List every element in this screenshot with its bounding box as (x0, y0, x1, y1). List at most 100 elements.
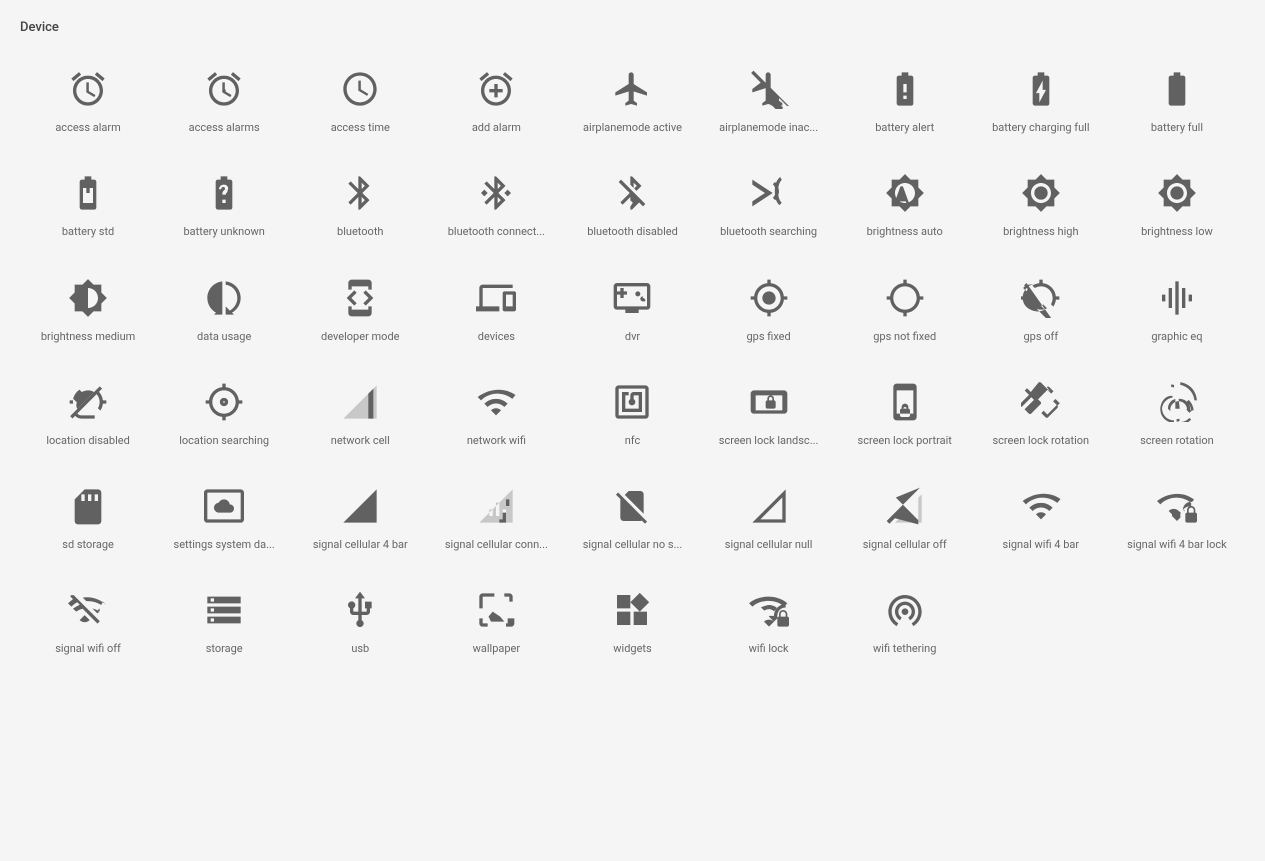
data-usage-icon (200, 274, 248, 322)
icon-item-signal-wifi-4-bar-lock: signal wifi 4 bar lock (1109, 472, 1245, 566)
icon-item-data-usage: data usage (156, 264, 292, 358)
icon-item-access-alarm: access alarm (20, 55, 156, 149)
icon-item-battery-charging-full: battery charging full (973, 55, 1109, 149)
icon-item-brightness-auto: brightness auto (837, 159, 973, 253)
brightness-low-icon (1153, 169, 1201, 217)
icon-item-network-cell: network cell (292, 368, 428, 462)
brightness-auto-icon (881, 169, 929, 217)
signal-cellular-null-label: signal cellular null (725, 538, 813, 552)
screen-lock-rotation-icon (1017, 378, 1065, 426)
icon-item-battery-full: battery full (1109, 55, 1245, 149)
location-disabled-icon (64, 378, 112, 426)
signal-wifi-off-label: signal wifi off (55, 642, 121, 656)
battery-unknown-icon (200, 169, 248, 217)
icon-item-bluetooth: bluetooth (292, 159, 428, 253)
dvr-label: dvr (625, 330, 640, 344)
network-wifi-label: network wifi (467, 434, 526, 448)
gps-off-label: gps off (1023, 330, 1058, 344)
icon-item-signal-wifi-4-bar: signal wifi 4 bar (973, 472, 1109, 566)
developer-mode-icon (336, 274, 384, 322)
icon-item-gps-fixed: gps fixed (701, 264, 837, 358)
icon-item-screen-lock-portrait: screen lock portrait (837, 368, 973, 462)
settings-system-daydream-label: settings system da... (174, 538, 275, 552)
icon-item-nfc: nfc (564, 368, 700, 462)
icon-item-brightness-high: brightness high (973, 159, 1109, 253)
icon-item-location-searching: location searching (156, 368, 292, 462)
icon-item-wifi-tethering: wifi tethering (837, 576, 973, 670)
storage-icon (200, 586, 248, 634)
airplanemode-inactive-label: airplanemode inac... (719, 121, 818, 135)
battery-unknown-label: battery unknown (183, 225, 264, 239)
gps-off-icon (1017, 274, 1065, 322)
icon-item-dvr: dvr (564, 264, 700, 358)
icon-item-access-alarms: access alarms (156, 55, 292, 149)
battery-alert-label: battery alert (875, 121, 934, 135)
icon-item-battery-alert: battery alert (837, 55, 973, 149)
icon-item-battery-unknown: battery unknown (156, 159, 292, 253)
gps-not-fixed-icon (881, 274, 929, 322)
icon-item-bluetooth-disabled: bluetooth disabled (564, 159, 700, 253)
icon-item-access-time: access time (292, 55, 428, 149)
screen-lock-rotation-label: screen lock rotation (993, 434, 1090, 448)
icon-item-screen-lock-rotation: screen lock rotation (973, 368, 1109, 462)
icon-grid: access alarm access alarms access time a… (20, 55, 1245, 671)
brightness-medium-label: brightness medium (41, 330, 135, 344)
battery-full-label: battery full (1151, 121, 1203, 135)
section-title: Device (20, 20, 1245, 35)
screen-lock-landscape-icon (745, 378, 793, 426)
location-searching-label: location searching (179, 434, 269, 448)
signal-cellular-off-label: signal cellular off (863, 538, 947, 552)
screen-rotation-icon (1153, 378, 1201, 426)
icon-item-graphic-eq: graphic eq (1109, 264, 1245, 358)
graphic-eq-label: graphic eq (1151, 330, 1202, 344)
icon-item-airplanemode-active: airplanemode active (564, 55, 700, 149)
network-cell-icon (336, 378, 384, 426)
brightness-auto-label: brightness auto (867, 225, 943, 239)
wallpaper-icon (472, 586, 520, 634)
signal-cellular-no-sim-label: signal cellular no s... (583, 538, 683, 552)
airplanemode-active-label: airplanemode active (583, 121, 682, 135)
devices-icon (472, 274, 520, 322)
access-alarm-icon (64, 65, 112, 113)
access-alarm-label: access alarm (55, 121, 120, 135)
signal-cellular-4-bar-label: signal cellular 4 bar (313, 538, 408, 552)
brightness-medium-icon (64, 274, 112, 322)
access-time-label: access time (331, 121, 390, 135)
signal-wifi-4-bar-icon (1017, 482, 1065, 530)
sd-storage-label: sd storage (62, 538, 114, 552)
icon-item-signal-cellular-connected: signal cellular conn... (428, 472, 564, 566)
icon-item-battery-std: battery std (20, 159, 156, 253)
icon-item-add-alarm: add alarm (428, 55, 564, 149)
icon-item-usb: usb (292, 576, 428, 670)
icon-item-bluetooth-searching: bluetooth searching (701, 159, 837, 253)
battery-full-icon (1153, 65, 1201, 113)
gps-not-fixed-label: gps not fixed (873, 330, 936, 344)
signal-cellular-null-icon (745, 482, 793, 530)
network-wifi-icon (472, 378, 520, 426)
signal-cellular-no-sim-icon (608, 482, 656, 530)
icon-item-signal-wifi-off: signal wifi off (20, 576, 156, 670)
airplanemode-active-icon (608, 65, 656, 113)
add-alarm-icon (472, 65, 520, 113)
battery-charging-full-label: battery charging full (992, 121, 1089, 135)
icon-item-airplanemode-inactive: airplanemode inac... (701, 55, 837, 149)
bluetooth-searching-label: bluetooth searching (720, 225, 817, 239)
bluetooth-icon (336, 169, 384, 217)
battery-alert-icon (881, 65, 929, 113)
nfc-icon (608, 378, 656, 426)
wallpaper-label: wallpaper (473, 642, 521, 656)
icon-item-widgets: widgets (564, 576, 700, 670)
signal-cellular-connected-label: signal cellular conn... (445, 538, 548, 552)
icon-item-storage: storage (156, 576, 292, 670)
icon-item-signal-cellular-4-bar: signal cellular 4 bar (292, 472, 428, 566)
network-cell-label: network cell (331, 434, 390, 448)
icon-item-gps-not-fixed: gps not fixed (837, 264, 973, 358)
icon-item-gps-off: gps off (973, 264, 1109, 358)
settings-system-daydream-icon (200, 482, 248, 530)
icon-item-signal-cellular-no-sim: signal cellular no s... (564, 472, 700, 566)
bluetooth-searching-icon (745, 169, 793, 217)
data-usage-label: data usage (197, 330, 251, 344)
icon-item-screen-rotation: screen rotation (1109, 368, 1245, 462)
nfc-label: nfc (625, 434, 641, 448)
gps-fixed-icon (745, 274, 793, 322)
